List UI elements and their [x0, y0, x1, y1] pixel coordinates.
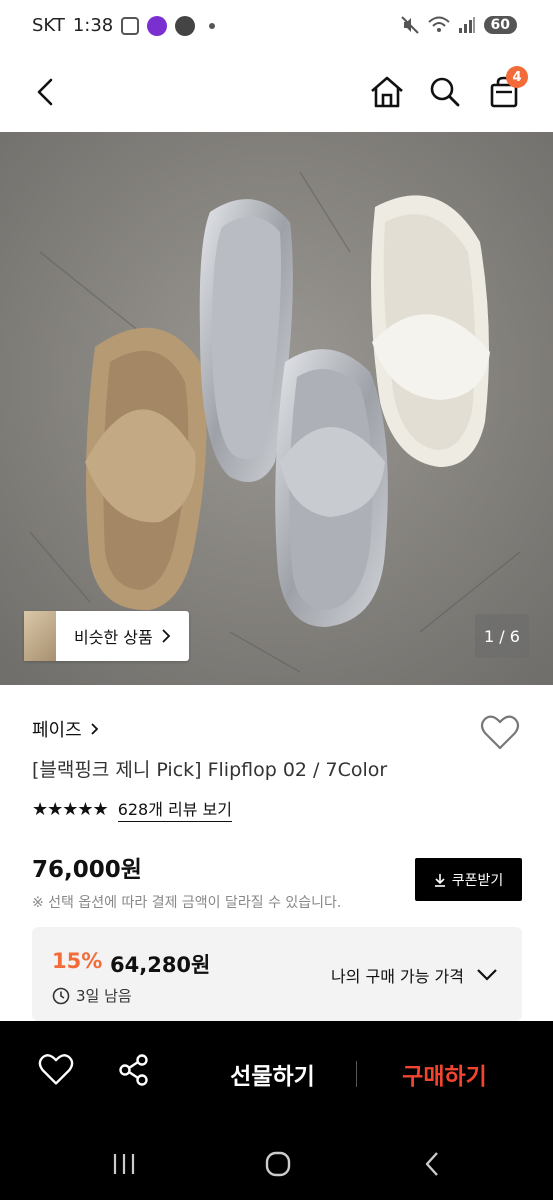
brand-name: 페이즈 [32, 720, 82, 741]
similar-products-button[interactable]: 비슷한 상품 [24, 611, 189, 661]
wishlist-bottom-button[interactable] [38, 1053, 78, 1093]
carrier-label: SKT [32, 15, 65, 36]
purchase-action-bar: 선물하기 구매하기 [0, 1021, 553, 1128]
signal-icon [458, 17, 475, 33]
system-back-button[interactable] [410, 1146, 454, 1182]
similar-product-thumbnail [24, 611, 56, 661]
status-right: 60 [400, 15, 517, 35]
cart-count-badge: 4 [506, 66, 528, 88]
clock: 1:38 [72, 15, 114, 36]
share-icon [119, 1054, 148, 1086]
more-notifications-icon [209, 22, 216, 29]
discount-percent: 15% [52, 949, 103, 973]
chevron-left-icon [37, 78, 53, 106]
system-navigation-bar [0, 1128, 553, 1200]
search-icon [430, 77, 460, 107]
heart-outline-icon [480, 715, 520, 750]
cart-button[interactable]: 4 [482, 66, 528, 114]
mute-icon [400, 16, 419, 34]
heart-outline-icon [38, 1054, 74, 1085]
discounted-price: 64,280원 [110, 953, 211, 977]
product-photo [0, 132, 553, 685]
my-price-label: 나의 구매 가능 가격 [330, 967, 464, 986]
time-remaining-label: 3일 남음 [76, 987, 132, 1005]
original-price: 76,000원 [32, 857, 142, 883]
coupon-label: 쿠폰받기 [451, 872, 504, 889]
status-bar: SKT 1:38 60 [0, 0, 553, 56]
price-notice: ※ 선택 옵션에 따라 결제 금액이 달라질 수 있습니다. [32, 895, 342, 911]
product-image-gallery[interactable]: 비슷한 상품 1 / 6 [0, 132, 553, 685]
rating-row: ★★★★★ 628개 리뷰 보기 [32, 796, 232, 822]
share-button[interactable] [117, 1053, 157, 1093]
download-icon [434, 873, 445, 887]
home-icon [371, 76, 403, 108]
my-price-toggle[interactable]: 나의 구매 가능 가격 [331, 963, 498, 987]
brand-link[interactable]: 페이즈 [32, 716, 99, 742]
silver-sandal-front [275, 349, 388, 627]
home-circle-icon [265, 1151, 291, 1177]
action-divider [356, 1061, 357, 1087]
discount-price-panel: 15% 64,280원 3일 남음 나의 구매 가능 가격 [32, 927, 522, 1021]
beige-sandal [85, 327, 207, 611]
phone-icon [175, 15, 196, 36]
battery-indicator: 60 [483, 16, 517, 34]
recent-apps-icon [113, 1154, 135, 1174]
image-pager-indicator: 1 / 6 [475, 614, 529, 658]
clock-icon [52, 987, 70, 1004]
chevron-right-icon [162, 629, 170, 643]
back-button[interactable] [24, 70, 68, 114]
star-rating: ★★★★★ [32, 798, 109, 820]
screenshot-icon [121, 16, 140, 35]
wishlist-button[interactable] [480, 714, 522, 754]
wifi-icon [427, 16, 450, 32]
chevron-right-icon [91, 723, 98, 735]
status-left: SKT 1:38 [32, 15, 216, 36]
reviews-link[interactable]: 628개 리뷰 보기 [117, 796, 232, 822]
white-sandal [371, 195, 490, 468]
app-notification-icon [147, 15, 168, 36]
get-coupon-button[interactable]: 쿠폰받기 [415, 858, 522, 901]
time-remaining: 3일 남음 [52, 985, 132, 1006]
chevron-down-icon [477, 969, 497, 981]
recent-apps-button[interactable] [102, 1146, 146, 1182]
search-button[interactable] [423, 70, 467, 114]
back-arrow-icon [425, 1152, 438, 1176]
buy-button[interactable]: 구매하기 [372, 1057, 517, 1091]
top-app-bar: 4 [0, 56, 553, 132]
system-home-button[interactable] [256, 1146, 300, 1182]
gift-button[interactable]: 선물하기 [200, 1057, 345, 1091]
home-button[interactable] [365, 70, 409, 114]
product-title: [블랙핑크 제니 Pick] Flipflop 02 / 7Color [32, 759, 388, 781]
similar-products-label: 비슷한 상품 [74, 628, 153, 647]
